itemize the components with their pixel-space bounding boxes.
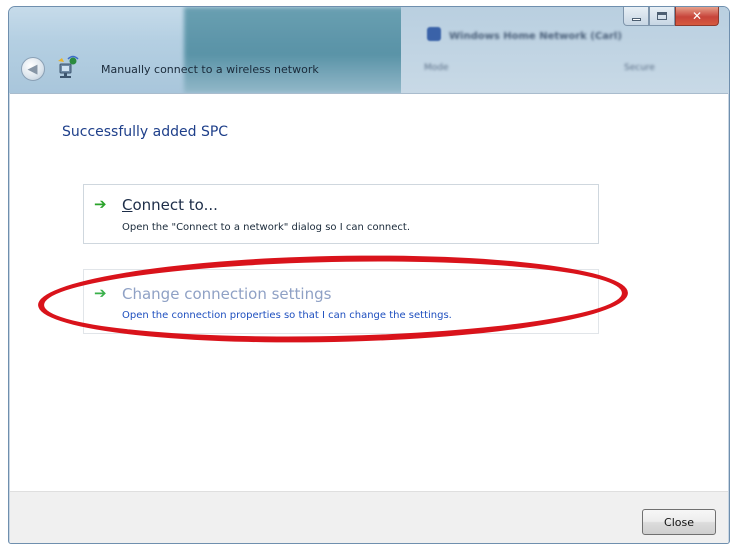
command-link-title: Change connection settings [122,285,331,303]
title-bar: Windows Home Network (Carl) Mode Secure … [9,7,729,93]
command-link-title-rest: onnect to... [132,196,218,214]
green-arrow-icon: ➔ [94,195,107,213]
maximize-icon [657,12,667,20]
access-key: C [122,196,133,214]
background-window-column: Mode [424,63,449,73]
minimize-icon [631,17,641,21]
content-area: Successfully added SPC ➔ Connect to... O… [10,93,728,491]
network-icon [427,27,441,41]
caption-buttons: ✕ [623,7,719,27]
command-link-description: Open the connection properties so that I… [122,310,452,321]
close-window-button[interactable]: ✕ [675,7,719,26]
green-arrow-icon: ➔ [94,284,107,302]
minimize-button[interactable] [623,7,649,26]
background-window-title: Windows Home Network (Carl) [449,31,622,42]
maximize-button[interactable] [649,7,675,26]
command-link-title: Connect to... [122,196,218,214]
command-link-description: Open the "Connect to a network" dialog s… [122,222,411,233]
background-window-left [184,7,409,93]
background-window-column: Secure [624,63,655,73]
command-link-title-rest: Change connection settings [122,285,332,303]
page-heading: Successfully added SPC [62,124,229,140]
window-title: Manually connect to a wireless network [101,63,319,76]
dialog-window: Windows Home Network (Carl) Mode Secure … [8,6,730,544]
connect-to-command-link[interactable]: ➔ Connect to... Open the "Connect to a n… [83,184,599,244]
change-connection-settings-command-link[interactable]: ➔ Change connection settings Open the co… [83,269,599,334]
back-button[interactable]: ◀ [21,57,45,81]
back-arrow-icon: ◀ [27,61,38,77]
wireless-network-icon [58,55,79,78]
close-button[interactable]: Close [642,509,716,535]
dialog-footer: Close [10,491,728,543]
close-icon: ✕ [691,9,703,23]
